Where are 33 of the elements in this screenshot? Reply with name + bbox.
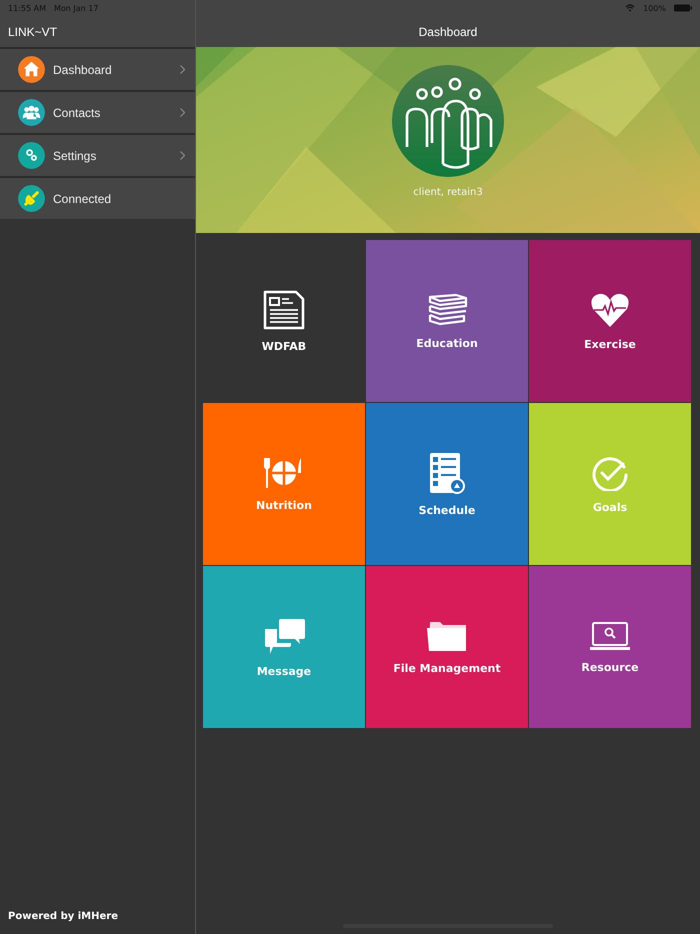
sidebar-item[interactable]: Connected [0,176,195,219]
dashboard-tile[interactable]: Exercise [529,240,691,402]
dashboard-tile[interactable]: Schedule [366,403,528,565]
sidebar-item[interactable]: Settings [0,133,195,176]
sidebar-item[interactable]: Dashboard [0,47,195,90]
tile-label: Goals [592,500,628,514]
books-icon [426,292,468,326]
dashboard-tile[interactable]: Education [366,240,528,402]
laptop-search-icon [589,620,631,650]
app-title: LINK~VT [8,24,58,38]
user-name: client, retain3 [413,187,483,198]
powered-by-text: Powered by iMHere [8,911,118,922]
tile-label: WDFAB [262,340,306,352]
tile-label: Nutrition [256,498,312,512]
heart-icon [590,292,630,328]
newspaper-icon [263,290,305,330]
folder-icon [426,620,468,652]
sidebar-item[interactable]: Contacts [0,90,195,133]
wifi-icon [625,4,636,12]
checkmark-circle-icon [592,454,628,490]
tile-label: Education [416,336,478,350]
page-title: Dashboard [418,24,478,38]
tile-label: Resource [581,660,639,674]
tile-label: Exercise [584,338,636,350]
dashboard-tile[interactable]: Resource [529,566,691,728]
avatar-group-icon [392,65,504,177]
tile-label: Message [256,664,312,678]
chat-bubbles-icon [263,616,305,654]
checklist-icon [429,452,465,494]
dashboard-tile[interactable]: File Management [366,566,528,728]
battery-icon [674,4,692,12]
tile-label: Schedule [418,504,476,516]
tile-label: File Management [393,662,501,674]
